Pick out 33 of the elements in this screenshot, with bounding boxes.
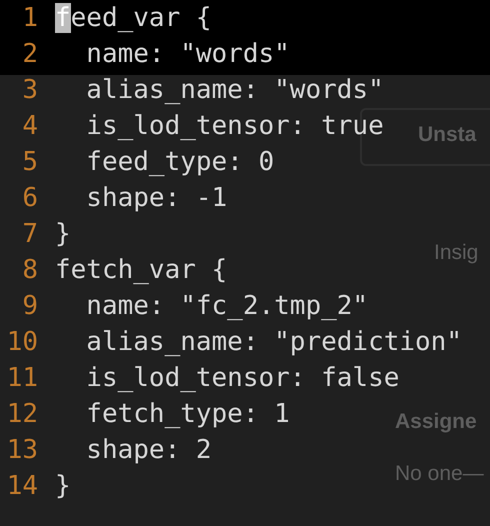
code-line: fetch_type: 1 [85, 399, 290, 429]
line-number: 4 [21, 111, 38, 141]
code-line: alias_name: "words" [85, 75, 384, 105]
line-number: 12 [6, 399, 38, 429]
code-line: name: "fc_2.tmp_2" [85, 291, 368, 321]
text-cursor: f [55, 3, 71, 33]
line-number: 3 [21, 75, 38, 105]
insights-tab[interactable]: Insig [434, 241, 478, 265]
code-line: is_lod_tensor: true [85, 111, 384, 141]
star-button[interactable]: Unsta [418, 123, 476, 147]
line-number: 6 [21, 183, 38, 213]
line-number: 11 [6, 363, 38, 393]
line-number: 14 [6, 471, 38, 501]
line-number: 7 [21, 219, 38, 249]
line-number: 5 [21, 147, 38, 177]
line-number: 2 [21, 39, 38, 69]
line-number: 8 [21, 255, 38, 285]
assignees-heading: Assigne [395, 410, 477, 434]
line-number: 10 [6, 327, 38, 357]
code-line: shape: 2 [85, 435, 212, 465]
code-line: fetch_var { [55, 255, 228, 285]
line-number: 13 [6, 435, 38, 465]
line-number: 9 [21, 291, 38, 321]
code-line: feed_type: 0 [85, 147, 274, 177]
code-line: name: "words" [85, 39, 290, 69]
line-number: 1 [21, 3, 38, 33]
code-line: } [55, 219, 71, 249]
assignees-value: No one— [395, 462, 484, 486]
code-line: is_lod_tensor: false [85, 363, 400, 393]
code-line: shape: -1 [85, 183, 228, 213]
code-line: alias_name: "prediction" [85, 327, 462, 357]
code-line: } [55, 471, 71, 501]
code-line: feed_var { [55, 3, 212, 33]
